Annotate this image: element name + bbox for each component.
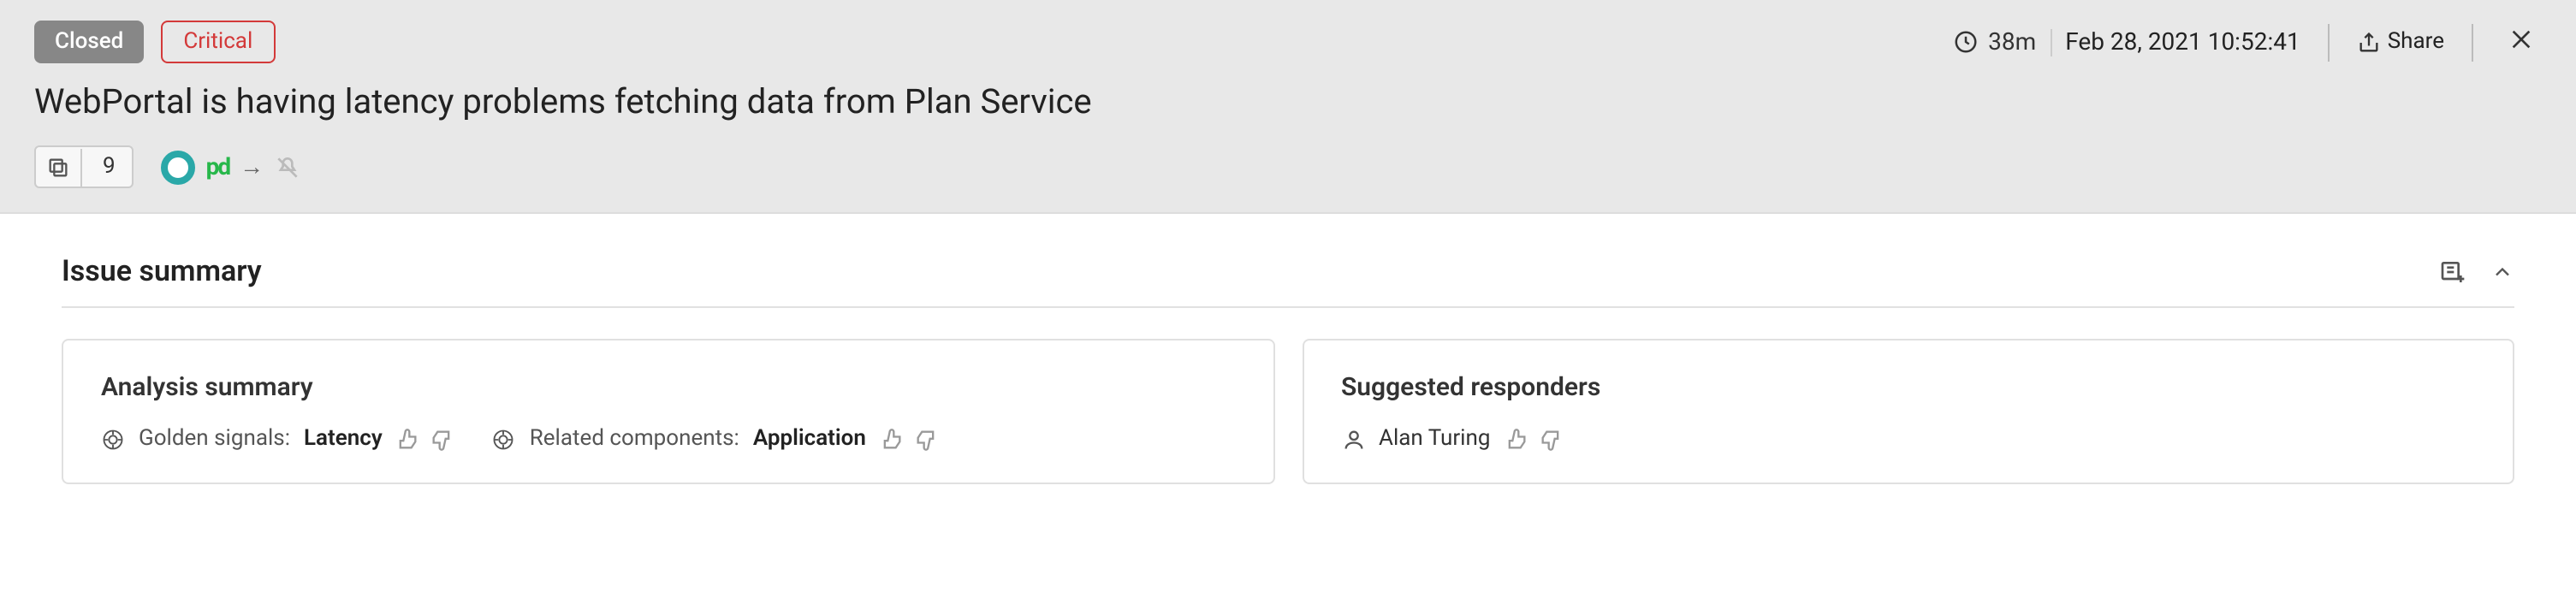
- card-title: Analysis summary: [101, 371, 1235, 402]
- thumbs-up-icon[interactable]: [914, 427, 938, 451]
- notification-disabled-icon[interactable]: [274, 153, 301, 181]
- separator: [2472, 23, 2473, 61]
- issue-header-bar: Closed Critical 38m Feb 28, 2021 10:52:4…: [0, 0, 2576, 214]
- issue-title: WebPortal is having latency problems fet…: [34, 80, 2542, 121]
- header-tools-row: 9 pd →: [34, 145, 2542, 188]
- feedback-thumbs: [880, 427, 938, 451]
- analysis-icon: [492, 427, 516, 451]
- feedback-thumbs: [396, 427, 454, 451]
- source-circle-icon[interactable]: [162, 150, 196, 184]
- share-label: Share: [2388, 29, 2444, 55]
- events-icon: [36, 148, 82, 186]
- share-button[interactable]: Share: [2357, 29, 2444, 55]
- suggested-responders-card: Suggested responders Alan Turing: [1302, 339, 2514, 484]
- duration-display: 38m: [1952, 28, 2036, 56]
- header-right-controls: 38m Feb 28, 2021 10:52:41 Share: [1952, 21, 2542, 62]
- responders-row: Alan Turing: [1341, 426, 2475, 452]
- analysis-icon: [101, 427, 125, 451]
- section-actions: [2439, 258, 2514, 286]
- event-count-badge[interactable]: 9: [34, 145, 134, 188]
- clock-icon: [1952, 29, 1978, 55]
- thumbs-down-icon[interactable]: [396, 427, 420, 451]
- integration-flow: pd →: [162, 150, 302, 184]
- related-components-label: Related components:: [530, 426, 739, 452]
- pagerduty-icon[interactable]: pd: [206, 153, 230, 181]
- golden-signals-segment: Golden signals: Latency: [101, 426, 454, 452]
- event-count-value: 9: [96, 147, 133, 187]
- section-title: Issue summary: [62, 255, 262, 289]
- issue-body: Issue summary Analysis summary: [0, 214, 2576, 525]
- chevron-up-icon: [2490, 260, 2514, 284]
- thumbs-up-icon[interactable]: [1538, 427, 1562, 451]
- close-button[interactable]: [2501, 21, 2542, 62]
- status-pill: Closed: [34, 21, 144, 63]
- issue-summary-header: Issue summary: [62, 255, 2514, 289]
- golden-signals-label: Golden signals:: [139, 426, 290, 452]
- thumbs-down-icon[interactable]: [1504, 427, 1528, 451]
- analysis-summary-card: Analysis summary Golden signals: Latency: [62, 339, 1274, 484]
- thumbs-up-icon[interactable]: [430, 427, 454, 451]
- golden-signals-value: Latency: [304, 426, 383, 452]
- feedback-thumbs: [1504, 427, 1562, 451]
- timestamp: Feb 28, 2021 10:52:41: [2050, 28, 2300, 56]
- separator: [2328, 23, 2330, 61]
- summary-cards: Analysis summary Golden signals: Latency: [62, 339, 2514, 484]
- share-icon: [2357, 30, 2381, 54]
- header-pills: Closed Critical: [34, 21, 275, 63]
- responder-name: Alan Turing: [1379, 426, 1490, 452]
- collapse-toggle[interactable]: [2490, 260, 2514, 284]
- card-title: Suggested responders: [1341, 371, 2475, 402]
- header-top-row: Closed Critical 38m Feb 28, 2021 10:52:4…: [34, 21, 2542, 63]
- close-icon: [2508, 25, 2535, 52]
- thumbs-down-icon[interactable]: [880, 427, 904, 451]
- person-icon: [1341, 427, 1365, 451]
- divider: [62, 306, 2514, 308]
- analysis-row: Golden signals: Latency Related componen…: [101, 426, 1235, 452]
- severity-pill: Critical: [161, 21, 275, 63]
- arrow-right-icon: →: [240, 152, 264, 181]
- related-components-segment: Related components: Application: [492, 426, 938, 452]
- related-components-value: Application: [753, 426, 866, 452]
- responder-segment: Alan Turing: [1341, 426, 1562, 452]
- duration-value: 38m: [1988, 28, 2036, 56]
- add-card-button[interactable]: [2439, 258, 2466, 286]
